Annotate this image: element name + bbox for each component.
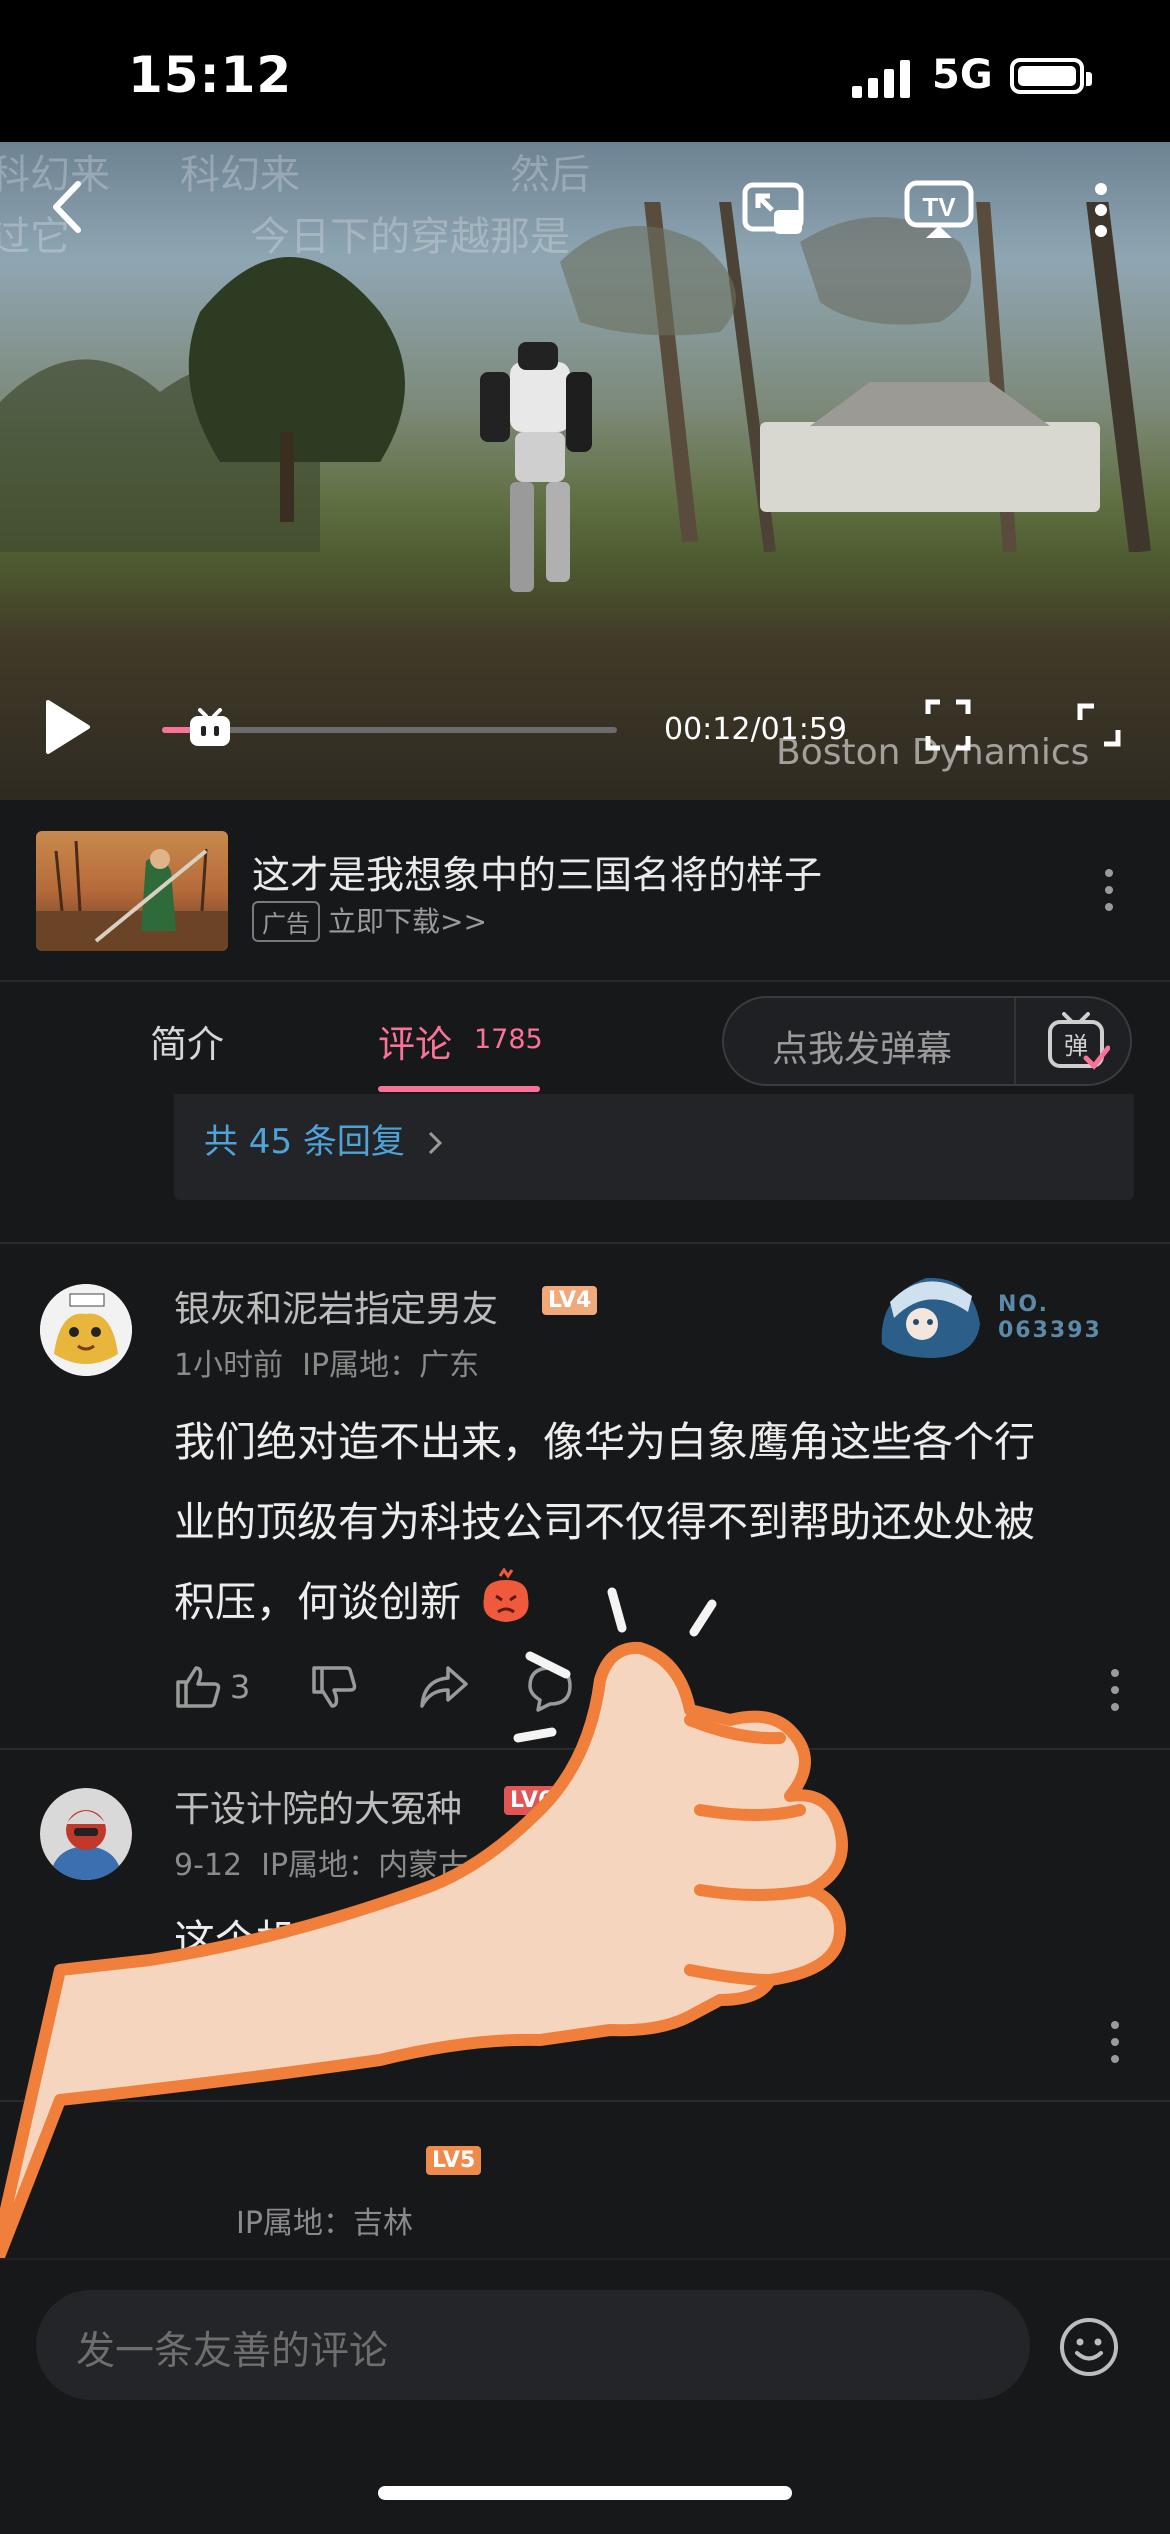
back-icon[interactable]	[50, 180, 82, 234]
status-time: 15:12	[128, 46, 293, 104]
more-icon[interactable]	[1094, 182, 1108, 238]
ad-title[interactable]: 这才是我想象中的三国名将的样子	[252, 844, 822, 899]
screen-lock-icon[interactable]	[924, 698, 972, 752]
like-count: 3	[230, 1668, 251, 1706]
fullscreen-icon[interactable]	[1076, 702, 1122, 748]
tab-comments[interactable]: 评论	[378, 1014, 452, 1068]
ad-thumbnail[interactable]	[36, 831, 228, 951]
progress-thumb-tv-icon[interactable]	[186, 708, 234, 750]
danmaku-text: 今日下的穿越那是	[250, 214, 570, 260]
emoji-icon[interactable]	[1058, 2316, 1120, 2378]
tab-bar: 简介 评论 1785 点我发弹幕 弹	[0, 982, 1170, 1092]
comment-text: 我们绝对造不出来，像华为白象鹰角这些各个行 业的顶级有为科技公司不仅得不到帮助还…	[174, 1402, 1134, 1642]
status-bar: 15:12 5G	[0, 0, 1170, 142]
like-icon[interactable]	[174, 1662, 222, 1710]
battery-icon	[1010, 58, 1092, 94]
comment-ip: IP属地：广东	[302, 1348, 480, 1383]
comment-text-line: 业的顶级有为科技公司不仅得不到帮助还处处被	[174, 1498, 1035, 1546]
level-badge: LV4	[542, 1286, 598, 1315]
comment-text: 这个机器人，会做	[174, 1916, 502, 1964]
video-player[interactable]: 科幻来 科幻来 然后 过它 今日下的穿越那是 TV 00:12/01:59 Bo…	[0, 142, 1170, 800]
ad-tag: 广告	[252, 901, 320, 942]
fan-badge-label: NO.	[998, 1292, 1049, 1317]
avatar[interactable]	[40, 1788, 132, 1880]
comment-meta: 1小时前 IP属地：广东	[174, 1340, 479, 1384]
comment-more-icon[interactable]	[1110, 1668, 1120, 1712]
comment-username[interactable]: 干设计院的大冤种	[174, 1780, 462, 1832]
fan-badge-number: NO. 063393	[998, 1292, 1102, 1344]
comment-item: 干设计院的大冤种 LV6 9-12 IP属地：内蒙古 这个机器人，会做	[0, 1750, 1170, 2100]
comment-more-icon[interactable]	[1110, 2020, 1120, 2064]
reply-thread-box[interactable]: 共 45 条回复	[174, 1094, 1134, 1200]
comment-username[interactable]: 银灰和泥岩指定男友	[174, 1280, 498, 1332]
view-replies-link[interactable]: 共 45 条回复	[204, 1114, 444, 1163]
ad-more-icon[interactable]	[1104, 868, 1114, 912]
picture-in-picture-icon[interactable]	[742, 182, 806, 238]
view-replies-text[interactable]: 共 45 条回复	[204, 1122, 405, 1162]
danmaku-divider	[1014, 998, 1016, 1084]
home-indicator	[378, 2486, 792, 2500]
danmaku-text: 然后	[510, 152, 590, 198]
comment-text-line-last: 积压，何谈创新	[174, 1562, 1134, 1642]
cast-tv-icon[interactable]: TV	[904, 180, 974, 240]
level-badge: LV6	[504, 1786, 560, 1815]
signal-icon	[852, 60, 910, 98]
dislike-icon[interactable]	[310, 1664, 358, 1712]
danmaku-toggle-icon[interactable]: 弹	[1046, 1012, 1110, 1072]
share-icon[interactable]	[418, 1664, 470, 1710]
reply-icon[interactable]	[526, 1664, 574, 1712]
comment-ip: IP属地：内蒙古	[261, 1848, 469, 1883]
tab-intro[interactable]: 简介	[150, 1014, 224, 1068]
danmaku-icon-char: 弹	[1064, 1032, 1088, 1060]
comment-text-line: 我们绝对造不出来，像华为白象鹰角这些各个行	[174, 1418, 1035, 1466]
comment-input-placeholder[interactable]: 发一条友善的评论	[76, 2320, 388, 2376]
danmaku-placeholder[interactable]: 点我发弹幕	[772, 1020, 952, 1072]
video-house	[760, 422, 1100, 512]
comment-item: LV5 IP属地：吉林	[0, 2102, 1170, 2258]
danmaku-input-box[interactable]: 点我发弹幕 弹	[722, 996, 1132, 1086]
avatar[interactable]	[40, 1284, 132, 1376]
danmaku-text: 科幻来	[180, 152, 300, 198]
like-icon[interactable]	[174, 2014, 222, 2062]
comment-time: 1小时前	[174, 1348, 284, 1383]
svg-text:TV: TV	[922, 192, 956, 222]
angry-emoji-icon	[483, 1567, 529, 1622]
level-badge: LV5	[426, 2146, 482, 2175]
comment-ip: IP属地：吉林	[236, 2206, 413, 2241]
chevron-right-icon	[428, 1131, 442, 1155]
play-icon[interactable]	[42, 698, 92, 756]
ad-download-link[interactable]: 立即下载>>	[328, 900, 487, 940]
comment-input[interactable]: 发一条友善的评论	[36, 2290, 1030, 2400]
ad-banner[interactable]: 这才是我想象中的三国名将的样子 广告 立即下载>>	[0, 800, 1170, 982]
fan-badge-value: 063393	[998, 1318, 1102, 1343]
comment-time: 9-12	[174, 1848, 243, 1883]
comment-meta: 9-12 IP属地：内蒙古	[174, 1840, 468, 1884]
comment-text-line: 积压，何谈创新	[174, 1578, 461, 1626]
comment-count: 1785	[474, 1024, 543, 1055]
network-type: 5G	[932, 52, 993, 98]
tab-active-indicator	[378, 1086, 540, 1092]
video-robot	[480, 342, 592, 592]
